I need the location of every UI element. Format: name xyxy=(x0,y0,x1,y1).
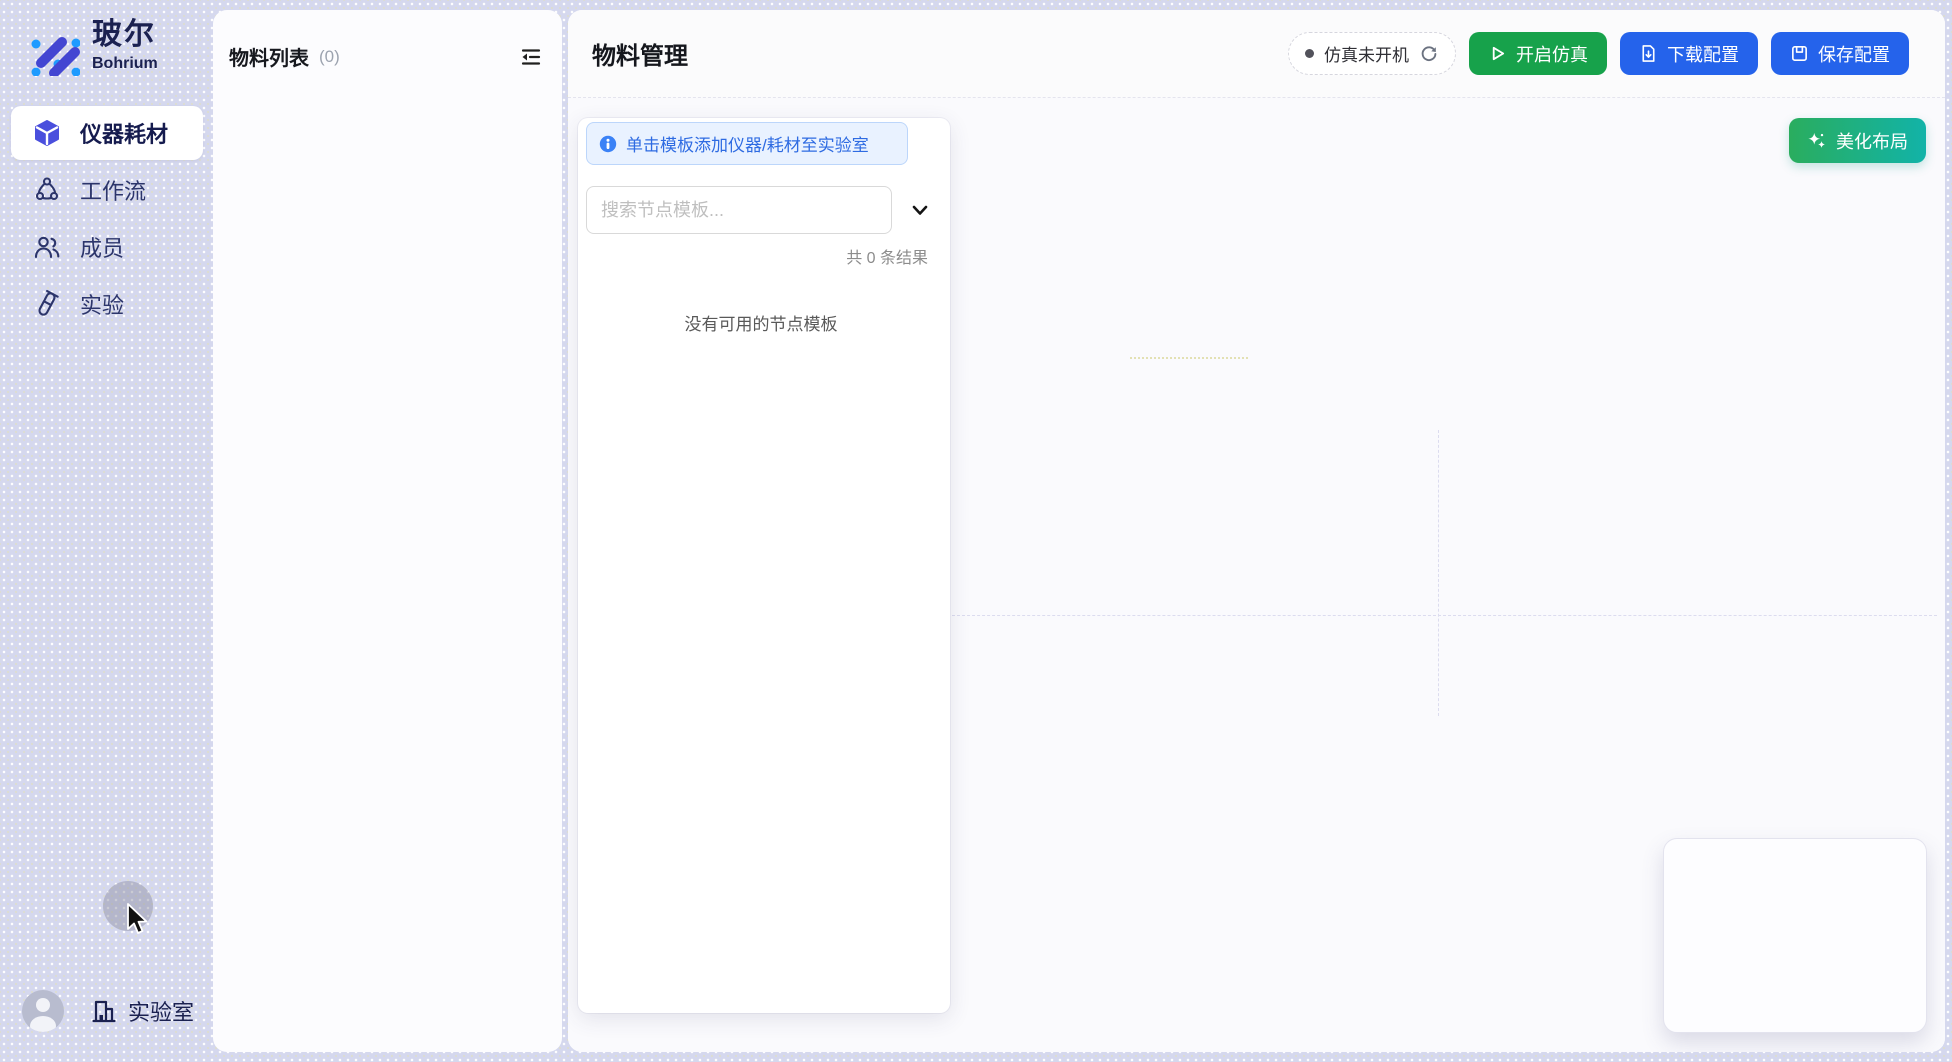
experiment-icon xyxy=(32,289,62,319)
save-config-label: 保存配置 xyxy=(1818,41,1890,67)
lab-canvas[interactable]: 美化布局 单击模板添加仪器/耗材至实验室 xyxy=(568,98,1945,1052)
refresh-status-button[interactable] xyxy=(1419,44,1439,64)
logo-mark-icon xyxy=(14,16,80,76)
cube-icon xyxy=(32,118,62,148)
template-palette-panel: 单击模板添加仪器/耗材至实验室 共 0 条结果 没有可用的节点模板 xyxy=(578,118,950,1013)
sidebar-item-label: 实验 xyxy=(80,288,124,320)
chevron-down-icon xyxy=(909,199,931,221)
sidebar-footer: 实验室 xyxy=(0,990,213,1034)
sidebar-item-workflow[interactable]: 工作流 xyxy=(11,163,203,217)
sidebar-item-instruments[interactable]: 仪器耗材 xyxy=(11,106,203,160)
minimap[interactable] xyxy=(1663,838,1927,1033)
sidebar-item-label: 成员 xyxy=(80,231,124,263)
empty-templates-message: 没有可用的节点模板 xyxy=(586,310,936,335)
main-panel: 物料管理 仿真未开机 开启仿真 xyxy=(568,10,1945,1052)
brand-text: 玻尔 Bohrium xyxy=(92,20,158,72)
refresh-icon xyxy=(1420,45,1438,63)
header-actions: 仿真未开机 开启仿真 xyxy=(1288,32,1909,75)
expand-templates-button[interactable] xyxy=(904,194,936,226)
results-count: 共 0 条结果 xyxy=(586,244,936,268)
file-download-icon xyxy=(1639,44,1658,63)
beautify-layout-label: 美化布局 xyxy=(1836,128,1908,154)
sidebar-item-experiments[interactable]: 实验 xyxy=(11,277,203,331)
template-search-input[interactable] xyxy=(586,186,892,234)
sparkles-icon xyxy=(1807,131,1827,151)
info-icon xyxy=(599,135,617,153)
workflow-icon xyxy=(32,175,62,205)
canvas-guide-line-vertical xyxy=(1438,430,1439,716)
app-window: 玻尔 Bohrium 仪器耗材 xyxy=(0,0,1952,1062)
simulation-status-pill: 仿真未开机 xyxy=(1288,32,1456,75)
download-config-label: 下载配置 xyxy=(1667,41,1739,67)
beautify-layout-button[interactable]: 美化布局 xyxy=(1789,118,1926,163)
save-icon xyxy=(1790,44,1809,63)
lab-entry-label: 实验室 xyxy=(128,995,194,1027)
hint-banner-text: 单击模板添加仪器/耗材至实验室 xyxy=(626,131,869,156)
template-search-row xyxy=(586,186,936,234)
brand-name-en: Bohrium xyxy=(92,56,158,72)
page-title: 物料管理 xyxy=(592,36,688,71)
material-list-panel: 物料列表 (0) xyxy=(213,10,562,1052)
download-config-button[interactable]: 下载配置 xyxy=(1620,32,1758,75)
sidebar-item-label: 工作流 xyxy=(80,174,146,206)
save-config-button[interactable]: 保存配置 xyxy=(1771,32,1909,75)
avatar-head xyxy=(36,998,50,1012)
brand: 玻尔 Bohrium xyxy=(14,16,158,76)
start-simulation-label: 开启仿真 xyxy=(1516,41,1588,67)
hint-banner: 单击模板添加仪器/耗材至实验室 xyxy=(586,122,908,165)
main-header: 物料管理 仿真未开机 开启仿真 xyxy=(568,10,1945,98)
canvas-guide-line-horizontal xyxy=(952,615,1937,616)
lab-entry[interactable]: 实验室 xyxy=(90,990,194,1032)
sidebar-item-label: 仪器耗材 xyxy=(80,117,168,149)
collapse-panel-button[interactable] xyxy=(518,44,544,70)
sidebar: 玻尔 Bohrium 仪器耗材 xyxy=(0,0,213,1062)
play-icon xyxy=(1488,44,1507,63)
simulation-status-text: 仿真未开机 xyxy=(1324,41,1409,66)
material-list-count: (0) xyxy=(319,47,340,67)
start-simulation-button[interactable]: 开启仿真 xyxy=(1469,32,1607,75)
building-icon xyxy=(90,997,118,1025)
sidebar-nav: 仪器耗材 工作流 xyxy=(11,106,203,331)
brand-name-zh: 玻尔 xyxy=(92,20,158,50)
avatar[interactable] xyxy=(22,990,64,1032)
material-list-header: 物料列表 (0) xyxy=(213,10,562,71)
canvas-guide-line-accent xyxy=(1130,357,1248,359)
menu-fold-icon xyxy=(519,45,543,69)
material-list-title: 物料列表 xyxy=(229,42,309,71)
status-dot-icon xyxy=(1305,49,1314,58)
members-icon xyxy=(32,232,62,262)
sidebar-item-members[interactable]: 成员 xyxy=(11,220,203,274)
avatar-body xyxy=(30,1016,56,1032)
